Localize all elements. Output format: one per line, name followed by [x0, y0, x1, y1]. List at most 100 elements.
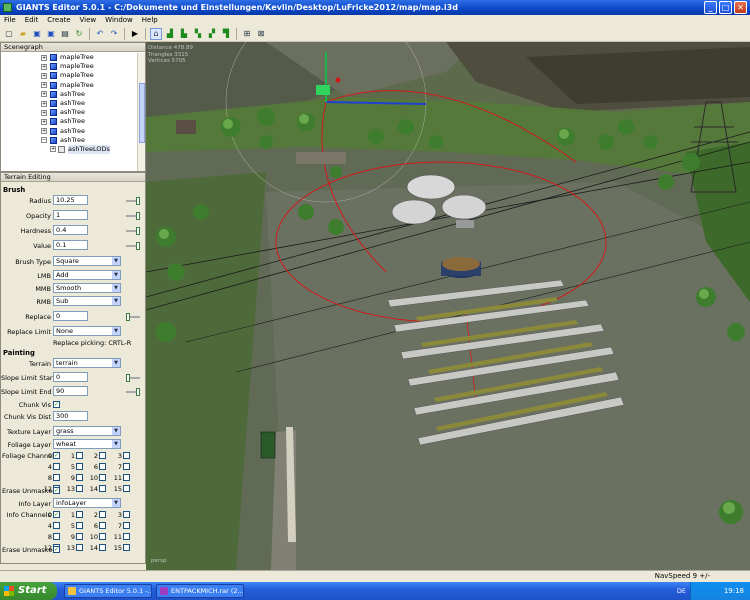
slope-limit-start-slider[interactable]: [126, 374, 140, 382]
select-icon[interactable]: ⌂: [150, 27, 162, 40]
collapse-icon[interactable]: −: [41, 137, 47, 144]
undo-icon[interactable]: ↶: [94, 28, 106, 40]
slider-knob[interactable]: [136, 227, 140, 235]
tree-item[interactable]: + mapleTree: [1, 53, 139, 62]
channel-checkbox[interactable]: [123, 485, 130, 492]
tree-item[interactable]: + ashTree: [1, 127, 139, 136]
channel-checkbox[interactable]: [53, 533, 60, 540]
expand-icon[interactable]: +: [41, 72, 47, 79]
taskbar-item-archive[interactable]: ENTPACKMICH.rar (2...: [156, 584, 244, 598]
window-title-bar[interactable]: GIANTS Editor 5.0.1 - C:/Dokumente und E…: [0, 0, 750, 15]
channel-checkbox[interactable]: [99, 533, 106, 540]
channel-checkbox[interactable]: [76, 463, 83, 470]
chevron-down-icon[interactable]: ▼: [112, 499, 120, 507]
channel-checkbox[interactable]: [123, 463, 130, 470]
value-input[interactable]: 0.1: [53, 240, 88, 250]
start-button[interactable]: Start: [0, 582, 57, 600]
channel-checkbox[interactable]: ✓: [53, 511, 60, 518]
hardness-input[interactable]: 0.4: [53, 225, 88, 235]
menu-file[interactable]: File: [4, 15, 16, 26]
expand-icon[interactable]: +: [41, 118, 47, 125]
slider-knob[interactable]: [136, 388, 140, 396]
chevron-down-icon[interactable]: ▼: [112, 359, 120, 367]
menu-edit[interactable]: Edit: [25, 15, 39, 26]
taskbar-item-giants-editor[interactable]: GIANTS Editor 5.0.1 -...: [64, 584, 152, 598]
tree-item[interactable]: + ashTree: [1, 99, 139, 108]
channel-checkbox[interactable]: [99, 544, 106, 551]
replace-slider[interactable]: [126, 313, 140, 321]
new-icon[interactable]: ▢: [3, 28, 15, 40]
channel-checkbox[interactable]: [123, 452, 130, 459]
channel-checkbox[interactable]: [76, 511, 83, 518]
chevron-down-icon[interactable]: ▼: [112, 427, 120, 435]
slope-limit-end-input[interactable]: 90: [53, 386, 88, 396]
channel-checkbox[interactable]: [76, 452, 83, 459]
channel-checkbox[interactable]: [76, 522, 83, 529]
expand-icon[interactable]: +: [41, 63, 47, 70]
chunk-vis-checkbox[interactable]: ✓: [53, 401, 60, 408]
channel-checkbox[interactable]: [99, 452, 106, 459]
expand-icon[interactable]: +: [41, 109, 47, 116]
channel-checkbox[interactable]: [123, 511, 130, 518]
tree-item[interactable]: + ashTree: [1, 90, 139, 99]
opacity-input[interactable]: 1: [53, 210, 88, 220]
channel-checkbox[interactable]: ✓: [53, 452, 60, 459]
channel-checkbox[interactable]: [123, 522, 130, 529]
tree-item[interactable]: + ashTree: [1, 117, 139, 126]
paint-icon[interactable]: ▜: [220, 28, 232, 40]
radius-slider[interactable]: [126, 197, 140, 205]
value-slider[interactable]: [126, 242, 140, 250]
replace-input[interactable]: 0: [53, 311, 88, 321]
channel-checkbox[interactable]: [123, 544, 130, 551]
channel-checkbox[interactable]: [99, 474, 106, 481]
scale-icon[interactable]: ▚: [192, 28, 204, 40]
rmb-select[interactable]: Sub ▼: [53, 296, 121, 306]
slider-knob[interactable]: [136, 212, 140, 220]
channel-checkbox[interactable]: [99, 463, 106, 470]
chevron-down-icon[interactable]: ▼: [112, 440, 120, 448]
slider-knob[interactable]: [136, 197, 140, 205]
expand-icon[interactable]: +: [41, 100, 47, 107]
slope-limit-end-slider[interactable]: [126, 388, 140, 396]
foliage-layer-select[interactable]: wheat ▼: [53, 439, 121, 449]
menu-window[interactable]: Window: [105, 15, 133, 26]
close-button[interactable]: ✕: [734, 1, 747, 14]
slider-knob[interactable]: [136, 242, 140, 250]
menu-help[interactable]: Help: [142, 15, 158, 26]
chevron-down-icon[interactable]: ▼: [112, 284, 120, 292]
tree-item[interactable]: + ashTree: [1, 108, 139, 117]
chunk-vis-dist-input[interactable]: 300: [53, 411, 88, 421]
tree-item[interactable]: + mapleTree: [1, 71, 139, 80]
channel-checkbox[interactable]: [76, 474, 83, 481]
hardness-slider[interactable]: [126, 227, 140, 235]
tree-item-selected[interactable]: + ashTreeLODs: [1, 144, 139, 154]
rotate-icon[interactable]: ▙: [178, 28, 190, 40]
tree-item[interactable]: + mapleTree: [1, 62, 139, 71]
channel-checkbox[interactable]: [53, 474, 60, 481]
chevron-down-icon[interactable]: ▼: [112, 271, 120, 279]
minimize-button[interactable]: _: [704, 1, 717, 14]
erase-unmasked-checkbox[interactable]: ✓: [53, 546, 60, 553]
export-icon[interactable]: ▤: [59, 28, 71, 40]
channel-checkbox[interactable]: [123, 533, 130, 540]
texture-layer-select[interactable]: grass ▼: [53, 426, 121, 436]
erase-unmasked-checkbox[interactable]: ✓: [53, 487, 60, 494]
chevron-down-icon[interactable]: ▼: [112, 297, 120, 305]
channel-checkbox[interactable]: [53, 522, 60, 529]
channel-checkbox[interactable]: [76, 544, 83, 551]
channel-checkbox[interactable]: [123, 474, 130, 481]
tree-item[interactable]: − ashTree: [1, 136, 139, 145]
channel-checkbox[interactable]: [99, 522, 106, 529]
snap-icon[interactable]: ⊠: [255, 28, 267, 40]
scenegraph-scrollbar[interactable]: [137, 53, 145, 171]
tree-item[interactable]: + mapleTree: [1, 81, 139, 90]
info-layer-select[interactable]: infoLayer ▼: [53, 498, 121, 508]
expand-icon[interactable]: +: [50, 146, 56, 153]
channel-checkbox[interactable]: [76, 485, 83, 492]
opacity-slider[interactable]: [126, 212, 140, 220]
3d-viewport[interactable]: Distance 478.89 Triangles 3315 Vertices …: [146, 42, 750, 570]
radius-input[interactable]: 10.25: [53, 195, 88, 205]
open-icon[interactable]: ▰: [17, 28, 29, 40]
import-icon[interactable]: ↻: [73, 28, 85, 40]
expand-icon[interactable]: +: [41, 54, 47, 61]
